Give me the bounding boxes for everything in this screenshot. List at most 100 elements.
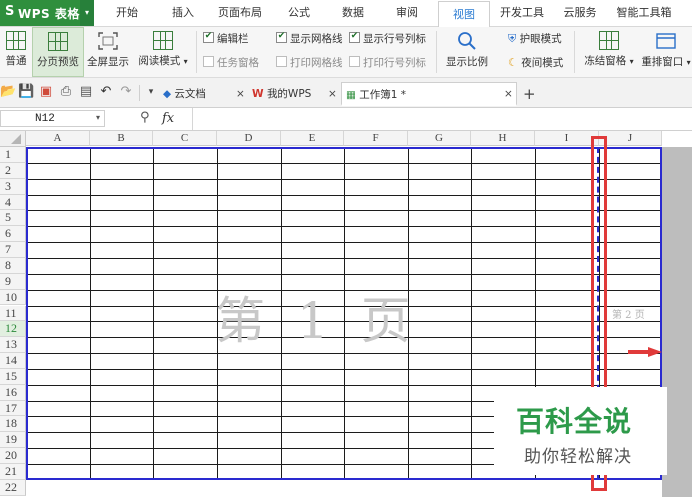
page-break-preview-button[interactable]: 分页预览 [32, 27, 84, 77]
tab-insert[interactable]: 插入 [164, 0, 202, 26]
row-header-3[interactable]: 3 [0, 178, 26, 195]
edit-bar-option[interactable]: 编辑栏 [203, 30, 249, 48]
row-header-14[interactable]: 14 [0, 353, 26, 369]
column-header-h[interactable]: H [471, 131, 535, 146]
show-headings-option[interactable]: 显示行号列标 [349, 30, 426, 48]
print-icon[interactable]: ⎙ [58, 84, 74, 100]
rearrange-windows-dropdown-icon[interactable]: ▾ [687, 58, 691, 67]
row-header-17[interactable]: 17 [0, 400, 26, 417]
task-pane-checkbox[interactable] [203, 56, 214, 67]
insert-function-button[interactable]: fx [162, 111, 174, 126]
night-mode-option[interactable]: ☾ 夜间模式 [508, 54, 563, 72]
freeze-panes-dropdown-icon[interactable]: ▾ [630, 57, 634, 66]
print-headings-checkbox[interactable] [349, 56, 360, 67]
row-header-15[interactable]: 15 [0, 368, 26, 385]
doc-tab-my-wps[interactable]: W 我的WPS [252, 82, 322, 106]
row-header-1[interactable]: 1 [0, 147, 26, 163]
close-icon[interactable]: × [504, 82, 516, 106]
row-header-10[interactable]: 10 [0, 289, 26, 306]
open-folder-icon[interactable]: 📂 [0, 84, 16, 100]
close-icon[interactable]: × [328, 82, 340, 106]
fullscreen-button[interactable]: 全屏显示 [84, 27, 132, 77]
output-pdf-icon[interactable]: ▣ [38, 84, 54, 100]
column-header-g[interactable]: G [408, 131, 471, 146]
page-break-preview-label: 分页预览 [37, 56, 79, 68]
row-header-13[interactable]: 13 [0, 337, 26, 354]
redo-icon[interactable]: ↷ [118, 84, 134, 100]
row-header-9[interactable]: 9 [0, 273, 26, 290]
reading-mode-dropdown-icon[interactable]: ▾ [184, 57, 188, 66]
print-headings-option[interactable]: 打印行号列标 [349, 54, 426, 72]
toolbar-divider [139, 85, 140, 101]
print-gridlines-checkbox[interactable] [276, 56, 287, 67]
tab-data[interactable]: 数据 [334, 0, 372, 26]
reading-mode-button[interactable]: 阅读模式 ▾ [134, 27, 192, 77]
tab-formula[interactable]: 公式 [280, 0, 318, 26]
row-header-11[interactable]: 11 [0, 305, 26, 322]
tab-cloud-service[interactable]: 云服务 [558, 0, 602, 26]
tab-developer[interactable]: 开发工具 [496, 0, 548, 26]
column-header-f[interactable]: F [344, 131, 408, 146]
freeze-panes-button[interactable]: 冻结窗格 ▾ [580, 27, 638, 77]
tab-page-layout[interactable]: 页面布局 [214, 0, 266, 26]
shield-icon: ⛨ [508, 32, 517, 45]
row-header-6[interactable]: 6 [0, 226, 26, 243]
row-header-19[interactable]: 19 [0, 432, 26, 449]
new-tab-plus-icon[interactable]: + [523, 82, 537, 106]
doc-tab-cloud-docs[interactable]: ◆ 云文档 [163, 82, 233, 106]
undo-icon[interactable]: ↶ [98, 84, 114, 100]
doc-tab-workbook1[interactable]: ▦ 工作簿1 * [341, 82, 517, 106]
save-icon[interactable]: 💾 [18, 84, 34, 100]
column-header-a[interactable]: A [26, 131, 90, 146]
cell-reference: N12 [35, 113, 55, 125]
wps-app-menu-button[interactable]: S WPS 表格 ▾ [0, 0, 94, 26]
rearrange-windows-button[interactable]: 重排窗口 ▾ [640, 27, 692, 77]
row-header-16[interactable]: 16 [0, 384, 26, 401]
edit-bar-label: 编辑栏 [217, 33, 249, 45]
show-gridlines-option[interactable]: 显示网格线 [276, 30, 343, 48]
zoom-search-icon[interactable]: ⚲ [140, 110, 150, 125]
column-header-b[interactable]: B [90, 131, 153, 146]
show-gridlines-label: 显示网格线 [290, 33, 343, 45]
row-header-5[interactable]: 5 [0, 210, 26, 227]
app-menu-dropdown-icon[interactable]: ▾ [80, 0, 94, 26]
tab-view[interactable]: 视图 [438, 1, 490, 28]
row-header-4[interactable]: 4 [0, 194, 26, 211]
row-header-12[interactable]: 12 [0, 321, 26, 338]
zoom-button[interactable]: 显示比例 [442, 27, 492, 77]
column-header-d[interactable]: D [217, 131, 281, 146]
column-header-e[interactable]: E [281, 131, 344, 146]
close-icon[interactable]: × [236, 82, 248, 106]
tab-review[interactable]: 审阅 [388, 0, 426, 26]
name-box-dropdown-icon[interactable]: ▾ [96, 113, 100, 122]
row-header-22[interactable]: 22 [0, 479, 26, 496]
freeze-panes-icon [599, 31, 619, 50]
eye-protection-option[interactable]: ⛨ 护眼模式 [508, 30, 562, 48]
show-headings-checkbox[interactable] [349, 32, 360, 43]
name-box[interactable]: N12 [0, 110, 105, 127]
normal-view-icon [6, 31, 26, 50]
column-header-i[interactable]: I [535, 131, 599, 146]
show-gridlines-checkbox[interactable] [276, 32, 287, 43]
tab-smart-toolbox[interactable]: 智能工具箱 [612, 0, 676, 26]
print-gridlines-label: 打印网格线 [290, 57, 343, 69]
formula-input[interactable] [196, 111, 686, 127]
row-header-2[interactable]: 2 [0, 162, 26, 179]
normal-view-button[interactable]: 普通 [2, 27, 30, 77]
row-header-7[interactable]: 7 [0, 242, 26, 258]
select-all-corner[interactable] [0, 131, 26, 147]
tab-start[interactable]: 开始 [108, 0, 146, 26]
task-pane-option[interactable]: 任务窗格 [203, 54, 259, 72]
row-header-20[interactable]: 20 [0, 448, 26, 464]
column-header-j[interactable]: J [599, 131, 662, 146]
customize-toolbar-icon[interactable]: ▾ [143, 84, 159, 100]
row-header-21[interactable]: 21 [0, 464, 26, 480]
column-header-c[interactable]: C [153, 131, 217, 146]
row-header-8[interactable]: 8 [0, 257, 26, 274]
print-preview-icon[interactable]: ▤ [78, 84, 94, 100]
edit-bar-checkbox[interactable] [203, 32, 214, 43]
row-header-18[interactable]: 18 [0, 416, 26, 433]
print-gridlines-option[interactable]: 打印网格线 [276, 54, 343, 72]
doc-tab-label: 云文档 [174, 88, 206, 100]
page-break-preview-icon [48, 32, 68, 51]
